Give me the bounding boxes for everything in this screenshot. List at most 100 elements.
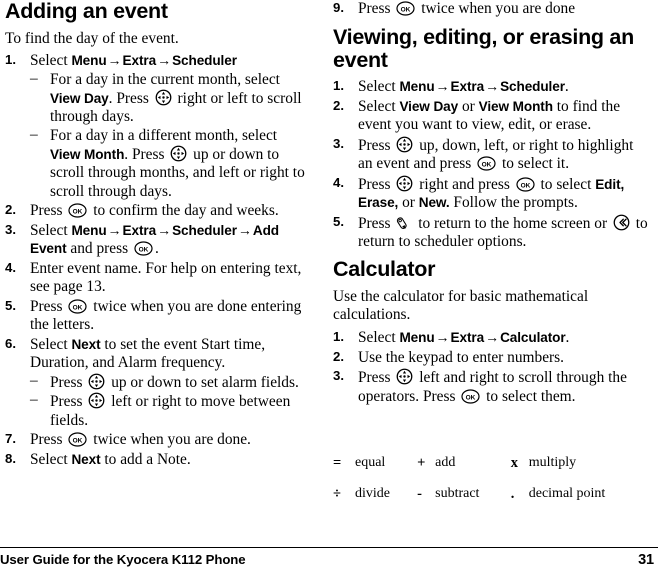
step-1: 1. Select Menu→Extra→Scheduler – For a d… bbox=[5, 52, 307, 201]
step-text: Enter event name. For help on entering t… bbox=[30, 260, 302, 296]
step-lead: Select bbox=[30, 221, 72, 239]
step-number: 3. bbox=[333, 368, 344, 384]
step-text: Press bbox=[30, 202, 67, 220]
scheduler-label: Scheduler bbox=[500, 79, 565, 95]
viewing-step-1: 1. Select Menu→Extra→Scheduler. bbox=[333, 78, 650, 97]
step-number: 9. bbox=[333, 0, 344, 15]
step-text: to select it. bbox=[498, 155, 570, 173]
viewing-step-4: 4. Press right and press OK to select Ed… bbox=[333, 175, 650, 212]
operator-symbol: - bbox=[417, 485, 422, 502]
extra-label: Extra bbox=[122, 222, 157, 238]
section-heading-calculator: Calculator bbox=[333, 257, 436, 282]
arrow-icon: → bbox=[157, 54, 172, 70]
navigation-key-icon bbox=[396, 175, 413, 192]
substep-text: For a day in the current month, select bbox=[50, 71, 280, 89]
operator-label: equal bbox=[355, 455, 386, 470]
step-8: 8. Select Next to add a Note. bbox=[5, 451, 307, 469]
scheduler-label: Scheduler bbox=[172, 222, 237, 238]
calculator-steps: 1. Select Menu→Extra→Calculator. 2. Use … bbox=[333, 329, 650, 406]
step-lead: Select bbox=[358, 328, 400, 346]
step-lead: Select bbox=[358, 78, 400, 96]
navigation-key-icon bbox=[155, 89, 172, 106]
step-text: Press bbox=[30, 431, 67, 449]
svg-text:OK: OK bbox=[401, 6, 411, 13]
substep-text: up or down to set alarm fields. bbox=[107, 373, 299, 391]
navigation-key-icon bbox=[88, 392, 105, 409]
step-6-substeps: – Press up or down to set alarm fields. … bbox=[30, 372, 307, 430]
arrow-icon: → bbox=[435, 330, 450, 346]
ok-key-icon: OK bbox=[477, 156, 496, 171]
step-number: 2. bbox=[333, 348, 344, 364]
navigation-key-icon bbox=[396, 136, 413, 153]
step-text: to confirm the day and weeks. bbox=[89, 202, 279, 220]
adding-event-steps-continued: 9. Press OK twice when you are done bbox=[333, 0, 650, 18]
step-text: Select bbox=[30, 450, 72, 468]
end-call-key-icon bbox=[396, 214, 412, 231]
ok-key-icon: OK bbox=[461, 388, 480, 404]
footer-title: User Guide for the Kyocera K112 Phone bbox=[0, 552, 246, 567]
viewing-event-steps: 1. Select Menu→Extra→Scheduler. 2. Selec… bbox=[333, 78, 650, 251]
step-number: 2. bbox=[333, 98, 344, 114]
substep: – Press left or right to move between fi… bbox=[30, 391, 307, 429]
arrow-icon: → bbox=[485, 80, 500, 96]
step-number: 4. bbox=[333, 175, 344, 190]
step-7: 7. Press OK twice when you are done. bbox=[5, 431, 307, 449]
svg-text:OK: OK bbox=[73, 304, 83, 311]
step-text: to select bbox=[536, 176, 596, 193]
step-text: Press bbox=[358, 214, 395, 232]
step-text: . bbox=[564, 78, 569, 96]
arrow-icon: → bbox=[237, 223, 252, 239]
dash-bullet: – bbox=[30, 70, 38, 88]
operator-symbol: + bbox=[417, 455, 426, 471]
operator-symbol: x bbox=[510, 455, 518, 471]
calculator-step-1: 1. Select Menu→Extra→Calculator. bbox=[333, 329, 650, 348]
step-number: 3. bbox=[5, 221, 16, 237]
arrow-icon: → bbox=[157, 223, 172, 239]
arrow-icon: → bbox=[485, 330, 500, 346]
substep-text: For a day in a different month, select bbox=[50, 127, 278, 145]
substep: – For a day in the current month, select… bbox=[30, 70, 307, 127]
scheduler-label: Scheduler bbox=[172, 53, 237, 69]
step-number: 1. bbox=[333, 328, 344, 344]
operator-symbol: = bbox=[333, 455, 342, 471]
svg-text:OK: OK bbox=[520, 182, 530, 189]
ok-key-icon: OK bbox=[516, 177, 535, 192]
step-text: Press bbox=[30, 297, 67, 315]
view-day-label: View Day bbox=[399, 99, 459, 115]
calculator-step-2: 2. Use the keypad to enter numbers. bbox=[333, 349, 650, 367]
step-number: 4. bbox=[5, 260, 16, 276]
arrow-icon: → bbox=[435, 80, 450, 96]
step-number: 1. bbox=[5, 52, 16, 68]
view-day-label: View Day bbox=[50, 91, 109, 107]
view-month-label: View Month bbox=[50, 147, 125, 163]
svg-text:OK: OK bbox=[139, 247, 149, 254]
navigation-key-icon bbox=[170, 145, 187, 162]
page-footer: User Guide for the Kyocera K112 Phone 31 bbox=[0, 552, 658, 568]
step-4: 4. Enter event name. For help on enterin… bbox=[5, 260, 307, 296]
step-9: 9. Press OK twice when you are done bbox=[333, 0, 650, 18]
step-text: twice when you are done bbox=[417, 0, 576, 17]
adding-event-steps: 1. Select Menu→Extra→Scheduler – For a d… bbox=[5, 52, 307, 469]
svg-text:OK: OK bbox=[73, 209, 83, 216]
svg-text:OK: OK bbox=[482, 162, 492, 169]
step-1-substeps: – For a day in the current month, select… bbox=[30, 70, 307, 201]
step-number: 3. bbox=[333, 136, 344, 152]
step-6: 6. Select Next to set the event Start ti… bbox=[5, 336, 307, 430]
step-3: 3. Select Menu→Extra→Scheduler→Add Event… bbox=[5, 222, 307, 259]
calculator-intro: Use the calculator for basic mathematica… bbox=[333, 287, 589, 324]
step-text: Select bbox=[358, 98, 400, 116]
menu-label: Menu bbox=[71, 222, 107, 238]
step-lead: Select bbox=[30, 52, 72, 70]
substep: – For a day in a different month, select… bbox=[30, 126, 307, 201]
left-column: Adding an event To find the day of the e… bbox=[0, 0, 329, 535]
menu-label: Menu bbox=[399, 329, 435, 345]
viewing-step-5: 5. Press to return to the home screen or… bbox=[333, 214, 650, 251]
step-text: to return to the home screen or bbox=[414, 214, 611, 232]
operator-label: subtract bbox=[435, 485, 480, 501]
operator-symbol: ÷ bbox=[333, 485, 341, 502]
new-label: New. bbox=[418, 195, 450, 211]
ok-key-icon: OK bbox=[134, 241, 153, 257]
extra-label: Extra bbox=[450, 79, 485, 95]
extra-label: Extra bbox=[122, 53, 157, 69]
back-key-icon bbox=[613, 214, 630, 231]
